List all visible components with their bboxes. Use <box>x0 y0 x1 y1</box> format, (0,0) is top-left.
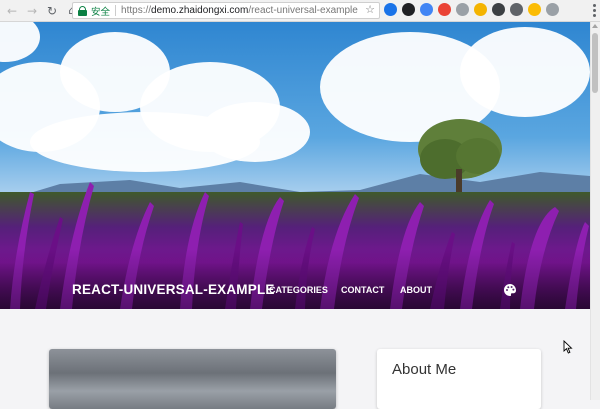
address-separator <box>115 5 117 16</box>
site-brand[interactable]: REACT-UNIVERSAL-EXAMPLE <box>72 282 275 297</box>
about-title: About Me <box>392 361 457 378</box>
mouse-cursor-icon <box>563 340 573 354</box>
extension-9-icon[interactable] <box>528 3 541 16</box>
extension-5-icon[interactable] <box>456 3 469 16</box>
extension-1-icon[interactable] <box>384 3 397 16</box>
url-scheme: https:// <box>121 5 152 16</box>
post-card-image[interactable] <box>49 349 336 409</box>
extensions-bar <box>384 3 559 16</box>
extension-10-icon[interactable] <box>546 3 559 16</box>
address-bar[interactable]: 安全 https://demo.zhaidongxi.com/react-uni… <box>72 2 380 19</box>
url-host: demo.zhaidongxi.com <box>151 5 249 16</box>
main-content: About Me <box>0 309 590 409</box>
url-text[interactable]: https://demo.zhaidongxi.com/react-univer… <box>121 5 358 16</box>
about-card: About Me <box>377 349 541 409</box>
browser-menu-icon[interactable] <box>593 4 596 17</box>
secure-label: 安全 <box>91 6 111 18</box>
site-navbar: REACT-UNIVERSAL-EXAMPLE CATEGORIES CONTA… <box>0 22 590 309</box>
back-icon[interactable]: ← <box>4 3 20 19</box>
reload-icon[interactable]: ↻ <box>44 3 60 19</box>
extension-3-icon[interactable] <box>420 3 433 16</box>
nav-contact[interactable]: CONTACT <box>341 285 384 295</box>
extension-8-icon[interactable] <box>510 3 523 16</box>
forward-icon[interactable]: → <box>24 3 40 19</box>
scrollbar-thumb[interactable] <box>592 33 598 93</box>
palette-icon[interactable] <box>503 283 517 297</box>
bookmark-star-icon[interactable]: ☆ <box>365 3 375 16</box>
extension-6-icon[interactable] <box>474 3 487 16</box>
browser-toolbar: ← → ↻ ⌂ 安全 https://demo.zhaidongxi.com/r… <box>0 0 600 22</box>
extension-7-icon[interactable] <box>492 3 505 16</box>
extension-4-icon[interactable] <box>438 3 451 16</box>
nav-about[interactable]: ABOUT <box>400 285 432 295</box>
scroll-up-icon[interactable] <box>592 24 598 28</box>
url-path: /react-universal-example <box>248 5 358 16</box>
lock-icon <box>78 5 87 16</box>
hero-banner: REACT-UNIVERSAL-EXAMPLE CATEGORIES CONTA… <box>0 22 590 309</box>
extension-2-icon[interactable] <box>402 3 415 16</box>
nav-categories[interactable]: CATEGORIES <box>269 285 328 295</box>
